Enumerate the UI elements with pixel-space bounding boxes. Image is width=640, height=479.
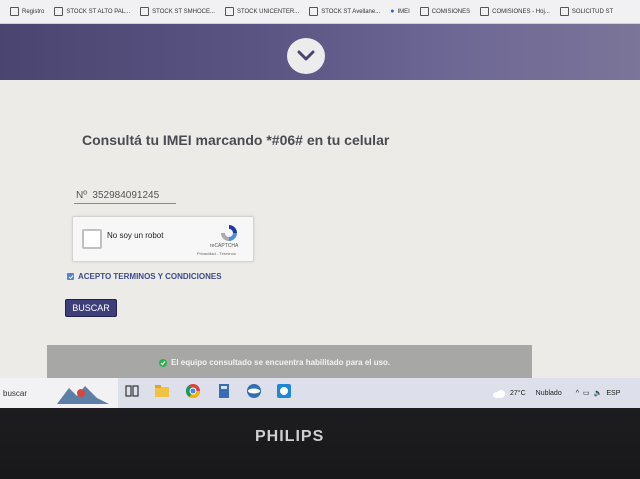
recaptcha-brand: reCAPTCHA [210, 243, 239, 249]
bookmark-item[interactable]: STOCK ST SMHOCE... [140, 7, 215, 16]
terms-checkbox[interactable] [67, 273, 74, 280]
bookmark-item[interactable]: COMISIONES - Hoj... [480, 7, 550, 16]
terms-checkbox-row[interactable]: ACEPTO TERMINOS Y CONDICIONES [67, 272, 222, 281]
scroll-down-button[interactable] [287, 38, 325, 74]
bookmark-item[interactable]: Registro [10, 7, 44, 16]
success-check-icon [159, 358, 167, 367]
system-tray: 27°C Nublado ^ ▭ 🔈 ESP [492, 378, 620, 408]
page-icon [224, 7, 234, 16]
page-icon [559, 7, 569, 16]
page-title: Consultá tu IMEI marcando *#06# en tu ce… [82, 132, 390, 148]
search-button[interactable]: BUSCAR [65, 299, 117, 317]
imei-input[interactable] [74, 187, 176, 204]
imei-form-section: Consultá tu IMEI marcando *#06# en tu ce… [0, 80, 640, 408]
language-indicator[interactable]: ESP [606, 390, 620, 397]
search-highlight-icon [57, 386, 110, 404]
app-icon[interactable] [246, 383, 262, 399]
taskbar-search[interactable]: buscar [0, 378, 118, 408]
app-icon[interactable] [276, 383, 292, 399]
bookmark-item[interactable]: STOCK UNICENTER... [224, 7, 299, 16]
chrome-icon[interactable] [185, 383, 201, 399]
terms-label: ACEPTO TERMINOS Y CONDICIONES [78, 272, 222, 281]
page-icon [480, 7, 490, 16]
chevron-down-icon [297, 50, 315, 61]
captcha-label: No soy un robot [107, 231, 164, 240]
captcha-checkbox[interactable] [82, 229, 102, 249]
page-icon [10, 7, 19, 16]
weather-temp[interactable]: 27°C [510, 390, 526, 397]
result-text: El equipo consultado se encuentra habili… [171, 358, 391, 367]
bookmark-item[interactable]: STOCK ST Avellane... [309, 7, 380, 16]
result-message: El equipo consultado se encuentra habili… [159, 358, 390, 367]
search-placeholder: buscar [3, 388, 28, 398]
weather-desc[interactable]: Nublado [536, 390, 562, 397]
monitor-brand-logo: PHILIPS [255, 428, 325, 445]
screen: Registro STOCK ST ALTO PAL... STOCK ST S… [0, 0, 640, 408]
page-icon [309, 7, 319, 16]
network-icon[interactable]: ▭ [583, 389, 590, 397]
page-icon [140, 7, 150, 16]
volume-icon[interactable]: 🔈 [594, 389, 603, 397]
bookmark-item[interactable]: ● IMEI [390, 8, 410, 15]
calculator-icon[interactable] [216, 383, 232, 399]
page-icon [54, 7, 64, 16]
bookmark-item[interactable]: STOCK ST ALTO PAL... [54, 7, 130, 16]
page-icon [419, 7, 429, 16]
recaptcha-widget: No soy un robot reCAPTCHA Privacidad - T… [72, 216, 254, 262]
drop-icon: ● [390, 8, 395, 15]
bookmarks-bar: Registro STOCK ST ALTO PAL... STOCK ST S… [0, 0, 640, 24]
file-explorer-icon[interactable] [154, 383, 170, 399]
recaptcha-icon [221, 225, 237, 241]
task-view-icon[interactable] [124, 383, 140, 399]
cloud-icon [493, 389, 505, 398]
bookmark-item[interactable]: SOLICITUD ST [559, 7, 613, 16]
windows-taskbar: buscar 27°C Nublado ^ ▭ 🔈 ESP [0, 378, 640, 408]
chevron-up-icon[interactable]: ^ [576, 390, 579, 397]
bookmark-item[interactable]: COMISIONES [419, 7, 470, 16]
recaptcha-links[interactable]: Privacidad - Términos [197, 251, 236, 256]
check-icon [68, 274, 73, 279]
hero-banner [0, 24, 640, 80]
